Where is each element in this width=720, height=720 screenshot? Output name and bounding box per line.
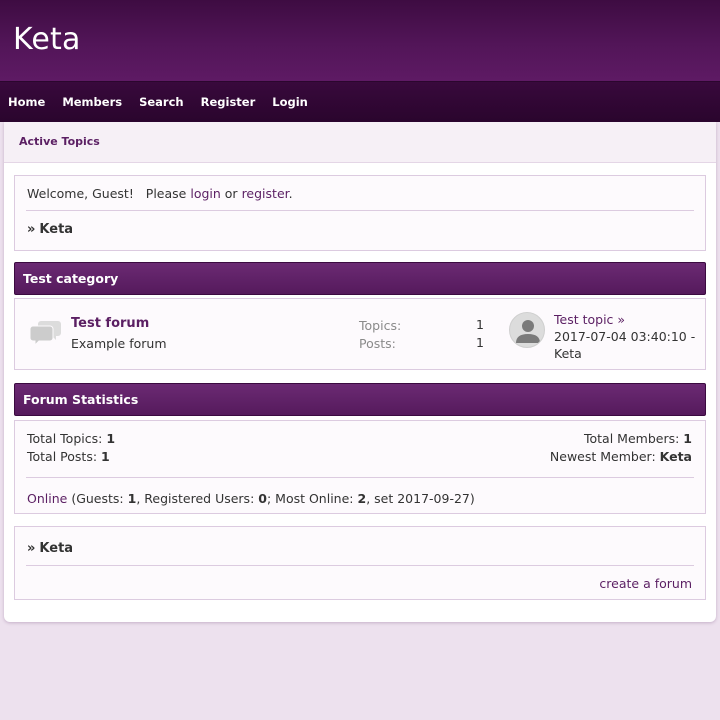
forum-description: Example forum bbox=[71, 336, 167, 351]
total-posts: Total Posts: 1 bbox=[27, 449, 110, 464]
nav-search[interactable]: Search bbox=[139, 95, 184, 109]
online-summary: Online (Guests: 1, Registered Users: 0; … bbox=[27, 491, 475, 506]
newest-member-link[interactable]: Keta bbox=[660, 449, 692, 464]
most-online-count: 2 bbox=[357, 491, 367, 506]
register-link[interactable]: register bbox=[242, 186, 289, 201]
divider bbox=[26, 210, 694, 211]
topics-count: 1 bbox=[476, 317, 484, 332]
total-topics-label: Total Topics: bbox=[27, 431, 103, 446]
welcome-please: Please bbox=[145, 186, 187, 201]
category-title[interactable]: Test category bbox=[23, 271, 118, 286]
user-silhouette-icon bbox=[516, 320, 540, 343]
last-post-info: Test topic » 2017-07-04 03:40:10 - Keta bbox=[554, 311, 704, 362]
nav-login[interactable]: Login bbox=[272, 95, 308, 109]
total-members-value: 1 bbox=[683, 431, 692, 446]
statistics-title: Forum Statistics bbox=[23, 392, 139, 407]
posts-count: 1 bbox=[476, 335, 484, 350]
forum-row: Test forum Example forum Topics: 1 Posts… bbox=[14, 298, 706, 370]
welcome-period: . bbox=[288, 186, 293, 201]
footer-breadcrumb: » Keta bbox=[27, 541, 73, 556]
statistics-box: Total Topics: 1 Total Posts: 1 Total Mem… bbox=[14, 420, 706, 514]
newest-member-name: Keta bbox=[659, 449, 692, 464]
last-topic-link[interactable]: Test topic » bbox=[554, 312, 625, 327]
nav-members[interactable]: Members bbox=[62, 95, 122, 109]
forum-name-link[interactable]: Test forum bbox=[71, 316, 149, 331]
login-link[interactable]: login bbox=[190, 186, 220, 201]
footer-breadcrumb-home[interactable]: Keta bbox=[39, 541, 73, 556]
last-post-date: 2017-07-04 03:40:10 - bbox=[554, 329, 696, 344]
breadcrumb-arrow-icon: » bbox=[27, 222, 36, 237]
main-nav: Home Members Search Register Login bbox=[0, 82, 720, 122]
most-online-date: , set 2017-09-27) bbox=[366, 491, 475, 506]
forum-bubbles-icon bbox=[30, 321, 61, 345]
guests-label: (Guests: bbox=[71, 491, 124, 506]
active-topics-link[interactable]: Active Topics bbox=[19, 135, 100, 148]
footer-box: » Keta create a forum bbox=[14, 526, 706, 600]
content-panel: Active Topics Welcome, Guest! Please log… bbox=[4, 122, 716, 622]
topics-label: Topics: bbox=[359, 318, 402, 333]
breadcrumb-home[interactable]: Keta bbox=[39, 222, 73, 237]
welcome-box: Welcome, Guest! Please login or register… bbox=[14, 175, 706, 251]
registered-count: 0 bbox=[258, 491, 267, 506]
online-link[interactable]: Online bbox=[27, 491, 67, 506]
divider bbox=[26, 565, 694, 566]
welcome-or: or bbox=[224, 186, 238, 201]
total-members: Total Members: 1 bbox=[584, 431, 692, 446]
site-title[interactable]: Keta bbox=[13, 22, 81, 57]
welcome-greeting: Welcome, Guest! bbox=[27, 186, 134, 201]
welcome-message: Welcome, Guest! Please login or register… bbox=[27, 186, 293, 201]
nav-home[interactable]: Home bbox=[8, 95, 45, 109]
newest-member: Newest Member: Keta bbox=[550, 449, 692, 464]
total-members-label: Total Members: bbox=[584, 431, 680, 446]
breadcrumb-arrow-icon: » bbox=[27, 541, 36, 556]
most-online-label: ; Most Online: bbox=[266, 491, 354, 506]
posts-label: Posts: bbox=[359, 336, 396, 351]
breadcrumb: » Keta bbox=[27, 222, 73, 237]
registered-label: , Registered Users: bbox=[136, 491, 255, 506]
divider bbox=[26, 477, 694, 478]
create-forum-link[interactable]: create a forum bbox=[599, 576, 692, 591]
category-header: Test category bbox=[14, 262, 706, 295]
last-topic-arrow-icon: » bbox=[617, 312, 626, 327]
statistics-header: Forum Statistics bbox=[14, 383, 706, 416]
sub-navigation: Active Topics bbox=[4, 122, 716, 163]
total-posts-label: Total Posts: bbox=[27, 449, 98, 464]
last-post-user: Keta bbox=[554, 346, 582, 361]
total-topics: Total Topics: 1 bbox=[27, 431, 115, 446]
last-topic-title: Test topic bbox=[554, 312, 614, 327]
newest-member-label: Newest Member: bbox=[549, 449, 656, 464]
total-topics-value: 1 bbox=[106, 431, 116, 446]
total-posts-value: 1 bbox=[101, 449, 110, 464]
avatar[interactable] bbox=[509, 312, 545, 348]
nav-register[interactable]: Register bbox=[201, 95, 256, 109]
site-header: Keta bbox=[0, 0, 720, 82]
